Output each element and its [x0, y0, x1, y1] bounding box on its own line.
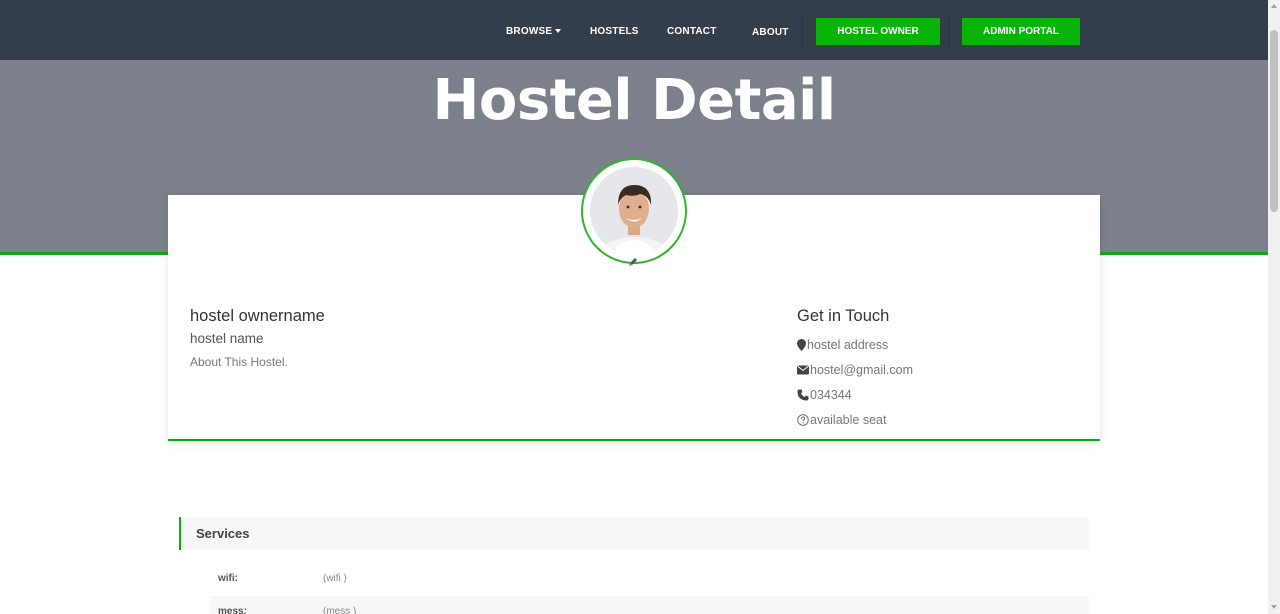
services-header	[179, 517, 1089, 550]
nav-hostels-link[interactable]: HOSTELS	[590, 26, 639, 37]
hostel-owner-button[interactable]: HOSTEL OWNER	[816, 18, 940, 45]
caret-down-icon	[555, 29, 562, 33]
services-title: Services	[196, 526, 250, 541]
phone-icon	[797, 389, 809, 401]
service-value-mess: (mess )	[323, 606, 357, 614]
phone-text[interactable]: 034344	[810, 388, 852, 402]
map-marker-icon	[797, 339, 806, 351]
about-text: About This Hostel.	[190, 355, 288, 369]
address-text: hostel address	[807, 338, 889, 352]
available-seat-text: available seat	[810, 413, 887, 427]
contact-seats: available seat	[797, 413, 886, 427]
nav-about-link[interactable]: ABOUT	[752, 27, 789, 38]
contact-address: hostel address	[797, 338, 888, 352]
question-circle-icon	[797, 414, 809, 426]
nav-divider	[948, 16, 949, 48]
get-in-touch-title: Get in Touch	[797, 307, 890, 325]
service-label-mess: mess:	[218, 606, 247, 614]
service-value-wifi: (wifi )	[323, 573, 347, 584]
nav-contact-link[interactable]: CONTACT	[667, 26, 717, 37]
nav-browse-dropdown[interactable]: BROWSE	[506, 26, 562, 37]
hostel-name: hostel name	[190, 331, 264, 346]
avatar	[590, 167, 678, 255]
service-label-wifi: wifi:	[218, 573, 238, 584]
page-title: Hostel Detail	[432, 68, 836, 133]
avatar-frame	[581, 158, 687, 264]
person-photo-icon	[590, 167, 678, 255]
contact-phone: 034344	[797, 388, 852, 402]
nav-divider	[802, 16, 803, 48]
scrollbar-thumb[interactable]	[1270, 30, 1278, 212]
owner-name: hostel ownername	[190, 307, 325, 325]
email-text[interactable]: hostel@gmail.com	[810, 363, 913, 377]
envelope-icon	[797, 365, 809, 375]
nav-browse-label: BROWSE	[506, 26, 553, 37]
page-scrollbar[interactable]	[1268, 0, 1280, 614]
admin-portal-button[interactable]: ADMIN PORTAL	[962, 18, 1080, 45]
scroll-down-icon[interactable]	[1271, 605, 1277, 609]
edit-pencil-icon[interactable]	[627, 256, 639, 268]
scroll-up-icon[interactable]	[1271, 4, 1277, 8]
top-navbar: BROWSE HOSTELS CONTACT ABOUT HOSTEL OWNE…	[0, 0, 1268, 60]
contact-email: hostel@gmail.com	[797, 363, 913, 377]
